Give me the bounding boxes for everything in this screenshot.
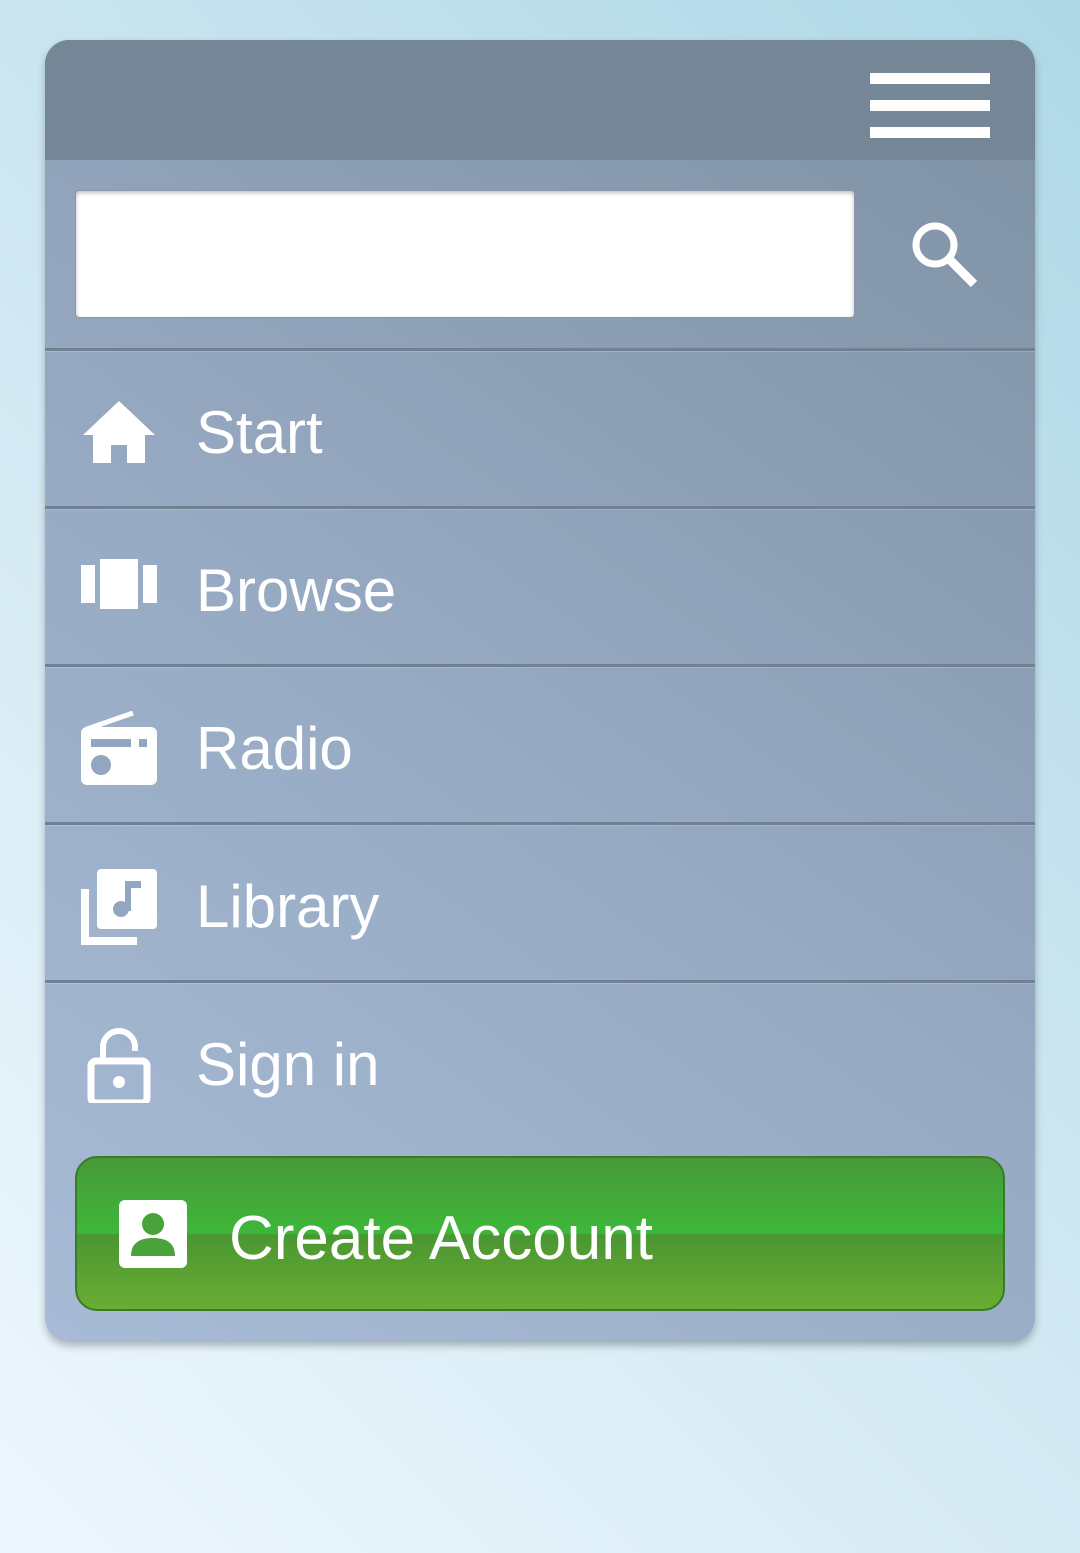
menu-item-radio[interactable]: Radio: [45, 664, 1035, 822]
menu-item-start[interactable]: Start: [45, 348, 1035, 506]
menu-item-label: Library: [196, 873, 380, 940]
radio-icon: [81, 711, 157, 785]
menu-item-browse[interactable]: Browse: [45, 506, 1035, 664]
library-icon: [81, 869, 157, 945]
search-input[interactable]: [75, 190, 855, 318]
home-icon: [83, 401, 155, 463]
search-icon: [912, 222, 978, 288]
menu-item-sign-in[interactable]: Sign in: [45, 980, 1035, 1138]
hamburger-menu-icon[interactable]: [870, 73, 990, 139]
create-account-label: Create Account: [229, 1204, 653, 1273]
navigation-panel: Start Browse Radio Library Sign in Creat…: [45, 40, 1035, 1342]
menu-item-library[interactable]: Library: [45, 822, 1035, 980]
menu-item-label: Start: [196, 399, 323, 466]
header-bar: [45, 40, 1035, 160]
unlock-icon: [87, 1028, 151, 1103]
menu-item-label: Sign in: [196, 1031, 380, 1098]
browse-icon: [81, 559, 157, 609]
menu-item-label: Radio: [196, 715, 353, 782]
search-button[interactable]: [905, 215, 985, 295]
menu-item-label: Browse: [196, 557, 397, 624]
main-menu: Start Browse Radio Library Sign in: [45, 348, 1035, 1138]
hamburger-line: [870, 73, 990, 84]
hamburger-line: [870, 127, 990, 138]
create-account-button[interactable]: Create Account: [75, 1156, 1005, 1311]
hamburger-line: [870, 100, 990, 111]
account-box-icon: [119, 1200, 187, 1268]
